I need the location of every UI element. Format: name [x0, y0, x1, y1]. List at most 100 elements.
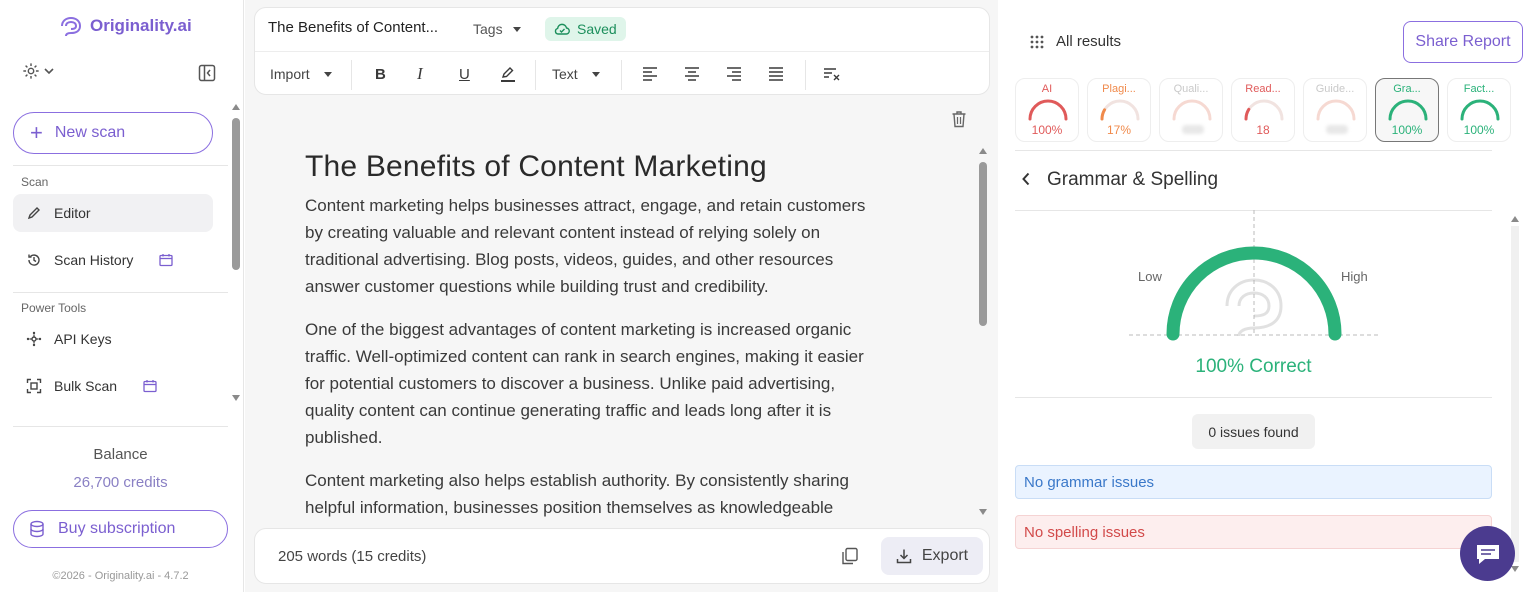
calendar-icon	[143, 380, 157, 393]
scrollbar-thumb[interactable]	[232, 118, 240, 270]
all-results-label: All results	[1056, 33, 1122, 50]
toolbar-separator	[351, 60, 352, 90]
chat-support-button[interactable]	[1460, 526, 1515, 581]
buy-subscription-button[interactable]: Buy subscription	[13, 510, 228, 548]
scrollbar-thumb[interactable]	[979, 162, 987, 326]
scroll-up-arrow-icon[interactable]	[1511, 216, 1519, 222]
gauge-fill	[1028, 99, 1068, 121]
result-card-value: 100%	[1391, 123, 1423, 137]
tags-dropdown[interactable]: Tags	[473, 21, 521, 37]
collapse-sidebar-icon[interactable]	[198, 64, 216, 82]
result-card-label: Plagi...	[1102, 83, 1136, 95]
gauge-fill	[1460, 99, 1500, 121]
grid-dots-icon	[1030, 35, 1044, 48]
result-card-value: 100%	[1463, 123, 1495, 137]
settings-menu[interactable]	[22, 62, 54, 80]
formatting-toolbar: Import B I U Text	[255, 52, 989, 96]
sidebar-item-label: Scan History	[54, 252, 134, 268]
import-label: Import	[270, 66, 310, 82]
scroll-down-arrow-icon[interactable]	[232, 395, 240, 401]
results-scrollbar[interactable]	[1509, 214, 1521, 574]
document-heading: The Benefits of Content Marketing	[305, 150, 767, 183]
underline-button[interactable]: U	[459, 52, 470, 96]
sidebar-item-scan-history[interactable]: Scan History	[13, 241, 213, 279]
result-card-value: 17%	[1106, 123, 1132, 137]
align-right-button[interactable]	[726, 52, 742, 96]
result-card-gauge	[1100, 99, 1140, 121]
saved-status-badge: Saved	[545, 17, 626, 41]
all-results-button[interactable]: All results	[1030, 33, 1121, 50]
balance-label: Balance	[93, 446, 148, 463]
paragraph: Content marketing also helps establish a…	[305, 471, 849, 517]
credits-value: 26,700 credits	[73, 474, 168, 491]
result-card[interactable]: Fact... 100%	[1447, 78, 1511, 142]
pencil-icon	[27, 207, 40, 220]
result-card-gauge	[1172, 99, 1212, 121]
divider	[13, 292, 228, 293]
calendar-icon	[159, 254, 174, 267]
result-card[interactable]: Quali...	[1159, 78, 1223, 142]
bold-button[interactable]: B	[375, 52, 386, 96]
copy-icon[interactable]	[841, 547, 859, 565]
caret-down-icon	[512, 26, 521, 32]
download-icon	[896, 549, 912, 564]
score-text: 100% Correct	[1195, 356, 1312, 377]
text-style-label: Text	[552, 66, 578, 82]
align-center-icon	[685, 67, 699, 81]
back-button[interactable]	[1021, 170, 1031, 191]
result-card[interactable]: Gra... 100%	[1375, 78, 1439, 142]
clear-formatting-button[interactable]	[823, 52, 841, 96]
sidebar-item-label: Bulk Scan	[54, 378, 118, 394]
document-content[interactable]: The Benefits of Content Marketing Conten…	[305, 150, 885, 537]
scroll-up-arrow-icon[interactable]	[979, 148, 987, 154]
align-left-icon	[643, 67, 657, 81]
scrollbar-track[interactable]	[1511, 226, 1519, 562]
result-card[interactable]: Guide...	[1303, 78, 1367, 142]
align-justify-icon	[769, 67, 783, 81]
gauge-track	[1316, 99, 1356, 121]
align-center-button[interactable]	[684, 52, 700, 96]
brain-logo-icon	[61, 16, 82, 37]
brand-logo[interactable]: Originality.ai	[58, 15, 192, 37]
italic-button[interactable]: I	[417, 52, 423, 96]
gauge-track	[1244, 99, 1284, 121]
text-style-dropdown[interactable]: Text	[552, 52, 600, 96]
share-report-button[interactable]: Share Report	[1403, 21, 1523, 63]
result-card-label: Read...	[1245, 83, 1281, 95]
gauge-track	[1388, 99, 1428, 121]
gauge-fill	[1244, 99, 1284, 121]
gauge-track	[1100, 99, 1140, 121]
highlighter-icon	[501, 67, 515, 82]
export-label: Export	[921, 547, 969, 564]
scroll-down-arrow-icon[interactable]	[979, 509, 987, 515]
align-left-button[interactable]	[642, 52, 658, 96]
word-count: 205 words (15 credits)	[278, 548, 427, 565]
result-card[interactable]: AI 100%	[1015, 78, 1079, 142]
new-scan-button[interactable]: + New scan	[13, 112, 213, 154]
gauge-track	[1028, 99, 1068, 121]
result-card-label: Quali...	[1173, 83, 1209, 95]
result-card[interactable]: Plagi... 17%	[1087, 78, 1151, 142]
editor-footer: 205 words (15 credits) Export	[254, 528, 990, 584]
editor-scrollbar[interactable]	[978, 148, 988, 518]
trash-icon[interactable]	[951, 110, 967, 128]
sidebar-item-api-keys[interactable]: API Keys	[13, 320, 213, 358]
spelling-status-banner: No spelling issues	[1015, 515, 1492, 549]
divider	[1015, 150, 1492, 151]
sidebar-item-bulk-scan[interactable]: Bulk Scan	[13, 367, 213, 405]
export-button[interactable]: Export	[881, 537, 983, 575]
scroll-down-arrow-icon[interactable]	[1511, 566, 1519, 572]
sidebar-scrollbar[interactable]	[231, 104, 240, 404]
database-icon	[30, 520, 44, 538]
align-justify-button[interactable]	[768, 52, 784, 96]
document-title[interactable]: The Benefits of Content...	[268, 19, 438, 36]
import-dropdown[interactable]: Import	[270, 52, 332, 96]
scroll-up-arrow-icon[interactable]	[232, 104, 240, 110]
sidebar-item-label: API Keys	[54, 331, 112, 347]
sidebar-item-editor[interactable]: Editor	[13, 194, 213, 232]
gauge-track	[1460, 99, 1500, 121]
editor-toolbar: The Benefits of Content... Tags Saved Im…	[254, 7, 990, 95]
result-card[interactable]: Read... 18	[1231, 78, 1295, 142]
chat-bubble-icon	[1476, 544, 1499, 564]
highlight-button[interactable]	[499, 52, 517, 96]
